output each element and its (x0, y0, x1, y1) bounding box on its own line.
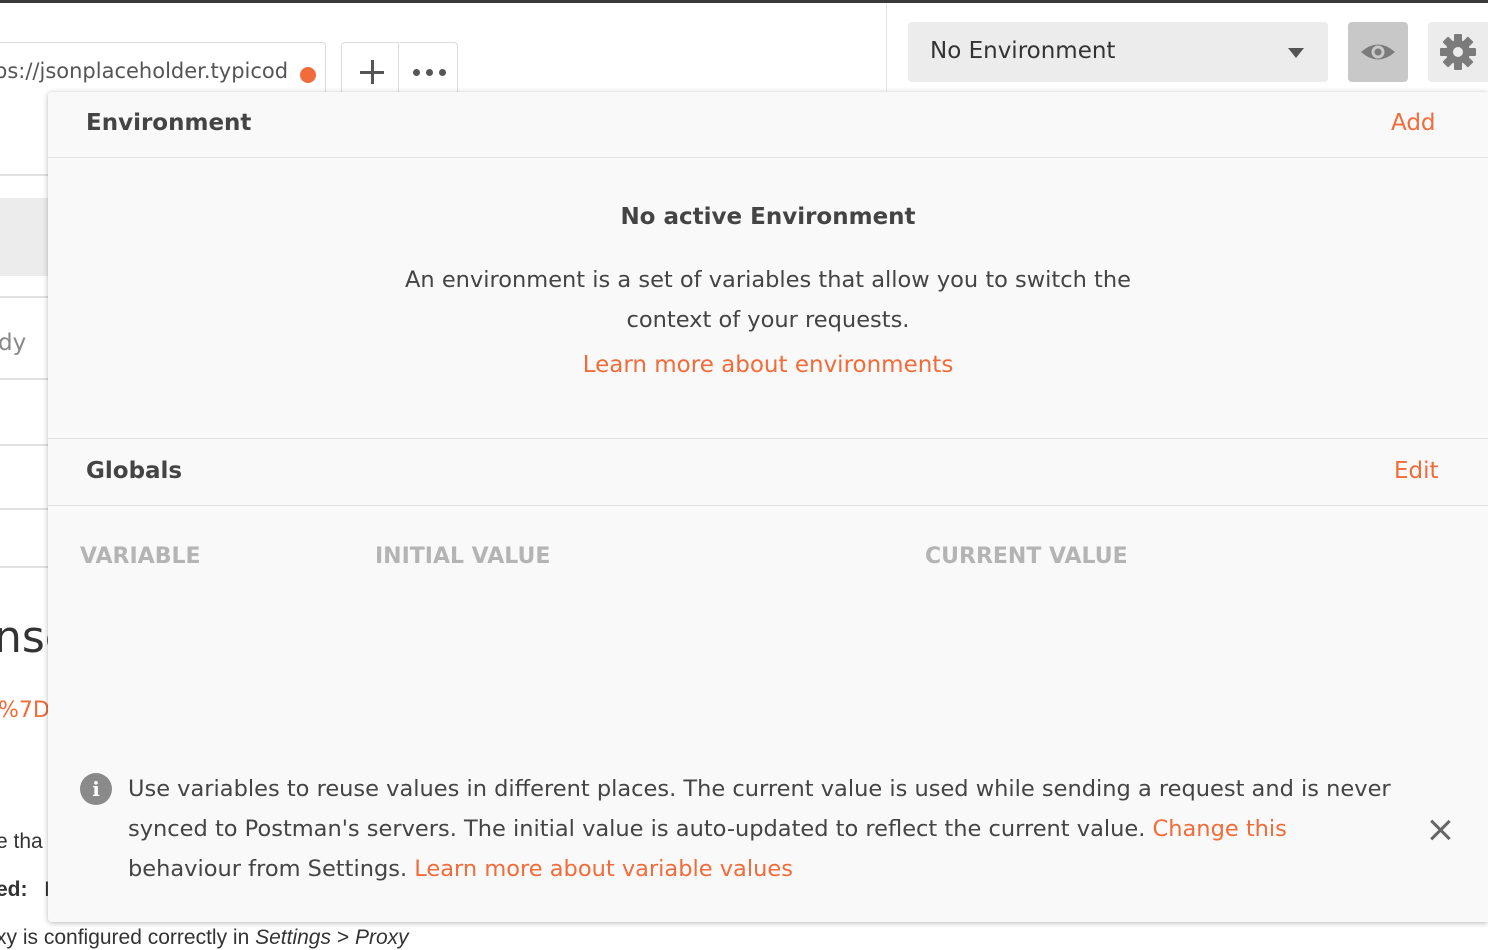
request-tab[interactable]: ps://jsonplaceholder.typicod (0, 42, 326, 92)
background-text-fragment: e tha (0, 830, 43, 853)
change-this-link[interactable]: Change this (1153, 816, 1287, 842)
header-divider (886, 3, 887, 91)
background-divider (0, 296, 48, 298)
environment-selector-value: No Environment (930, 38, 1116, 64)
eye-icon (1361, 44, 1395, 60)
info-icon: i (80, 773, 112, 805)
tab-url-label: ps://jsonplaceholder.typicod (0, 59, 289, 83)
column-header-initial-value: INITIAL VALUE (375, 544, 551, 569)
background-link-fragment: %7D (0, 698, 50, 723)
learn-more-environments-link: Learn more about environments (48, 352, 1488, 378)
more-icon (413, 69, 447, 77)
column-header-current-value: CURRENT VALUE (925, 544, 1128, 569)
close-icon[interactable] (1430, 820, 1450, 840)
environment-section-title: Environment (86, 110, 252, 136)
background-divider (0, 566, 48, 568)
no-environment-title: No active Environment (620, 204, 916, 230)
background-text-fragment: ed: (0, 878, 28, 901)
background-divider (0, 174, 48, 176)
environment-selector[interactable]: No Environment (908, 22, 1328, 82)
environment-quick-look-popover: Environment Add No active Environment An… (48, 92, 1488, 922)
window-top-border (0, 0, 1488, 3)
column-header-variable: VARIABLE (80, 544, 201, 569)
new-tab-button[interactable] (341, 42, 399, 92)
no-environment-description: An environment is a set of variables tha… (405, 267, 1131, 333)
background-divider (0, 378, 48, 380)
background-proxy-hint: xy is configured correctly in Settings >… (0, 926, 409, 950)
globals-section-header: Globals Edit (48, 439, 1488, 506)
gear-icon (1440, 34, 1476, 70)
globals-section-title: Globals (86, 458, 183, 484)
background-text-fragment: dy (0, 330, 27, 356)
add-environment-link[interactable]: Add (1391, 110, 1436, 136)
environment-quick-look-button[interactable] (1348, 22, 1408, 82)
background-divider (0, 444, 48, 446)
plus-icon (360, 60, 384, 84)
unsaved-dot-icon (300, 67, 316, 83)
learn-more-environments-text[interactable]: Learn more about environments (583, 352, 954, 378)
background-divider (0, 508, 48, 510)
environment-section-header: Environment Add (48, 92, 1488, 158)
edit-globals-link[interactable]: Edit (1394, 458, 1439, 484)
info-text-part: behaviour from Settings. (128, 856, 415, 882)
tab-options-button[interactable] (400, 42, 458, 92)
environment-settings-button[interactable] (1428, 22, 1488, 82)
variables-info-message: Use variables to reuse values in differe… (128, 769, 1398, 889)
dropdown-caret-icon (1288, 48, 1304, 58)
background-gray-block (0, 198, 48, 276)
learn-more-variable-values-link[interactable]: Learn more about variable values (414, 856, 793, 882)
